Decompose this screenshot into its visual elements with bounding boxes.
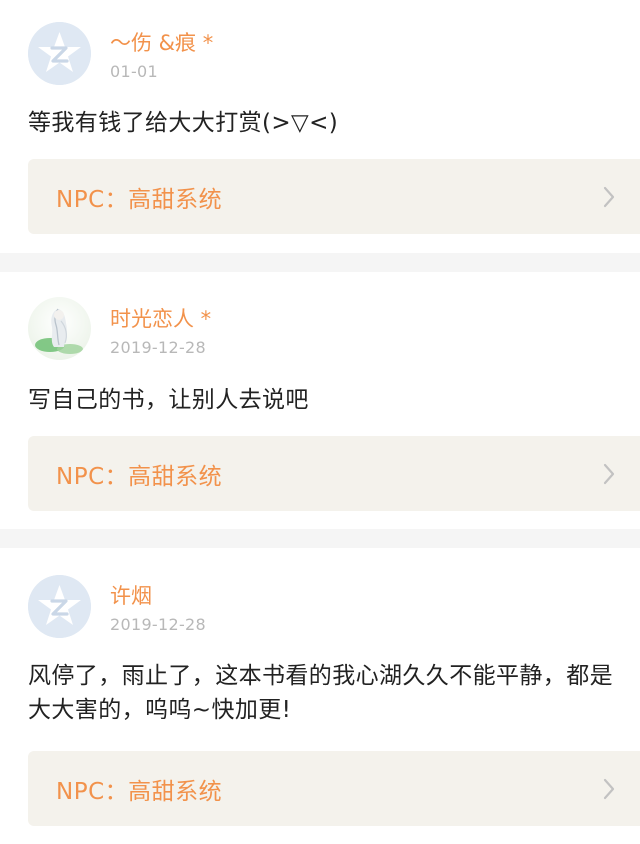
username[interactable]: 许烟 xyxy=(110,586,152,607)
npc-link[interactable]: NPC：高甜系统 xyxy=(28,159,640,234)
chevron-right-icon xyxy=(603,778,615,799)
comment-text: 风停了，雨止了，这本书看的我心湖久久不能平静，都是大大害的，呜呜~快加更! xyxy=(28,663,613,723)
npc-link[interactable]: NPC：高甜系统 xyxy=(28,751,640,826)
npc-label: NPC：高甜系统 xyxy=(56,463,223,490)
npc-link[interactable]: NPC：高甜系统 xyxy=(28,436,640,511)
npc-label: NPC：高甜系统 xyxy=(56,778,223,805)
comment-text: 写自己的书，让别人去说吧 xyxy=(28,387,309,413)
comment-date: 01-01 xyxy=(110,62,158,81)
qq-default-avatar-icon[interactable] xyxy=(28,575,91,638)
comment-text: 等我有钱了给大大打赏(>▽<) xyxy=(28,110,339,136)
chevron-right-icon xyxy=(603,463,615,484)
anime-girl-avatar[interactable] xyxy=(28,297,91,360)
comment-card: 许烟 2019-12-28 风停了，雨止了，这本书看的我心湖久久不能平静，都是大… xyxy=(0,548,640,844)
comment-feed: ～伤 &痕 * 01-01 等我有钱了给大大打赏(>▽<) NPC：高甜系统 时… xyxy=(0,0,640,844)
qq-default-avatar-icon[interactable] xyxy=(28,22,91,85)
username[interactable]: ～伤 &痕 * xyxy=(110,33,213,54)
comment-date: 2019-12-28 xyxy=(110,615,206,634)
comment-card: 时光恋人 * 2019-12-28 写自己的书，让别人去说吧 NPC：高甜系统 xyxy=(0,272,640,529)
username[interactable]: 时光恋人 * xyxy=(110,309,211,330)
comment-card: ～伤 &痕 * 01-01 等我有钱了给大大打赏(>▽<) NPC：高甜系统 xyxy=(0,0,640,253)
comment-date: 2019-12-28 xyxy=(110,338,206,357)
npc-label: NPC：高甜系统 xyxy=(56,186,223,213)
chevron-right-icon xyxy=(603,186,615,207)
